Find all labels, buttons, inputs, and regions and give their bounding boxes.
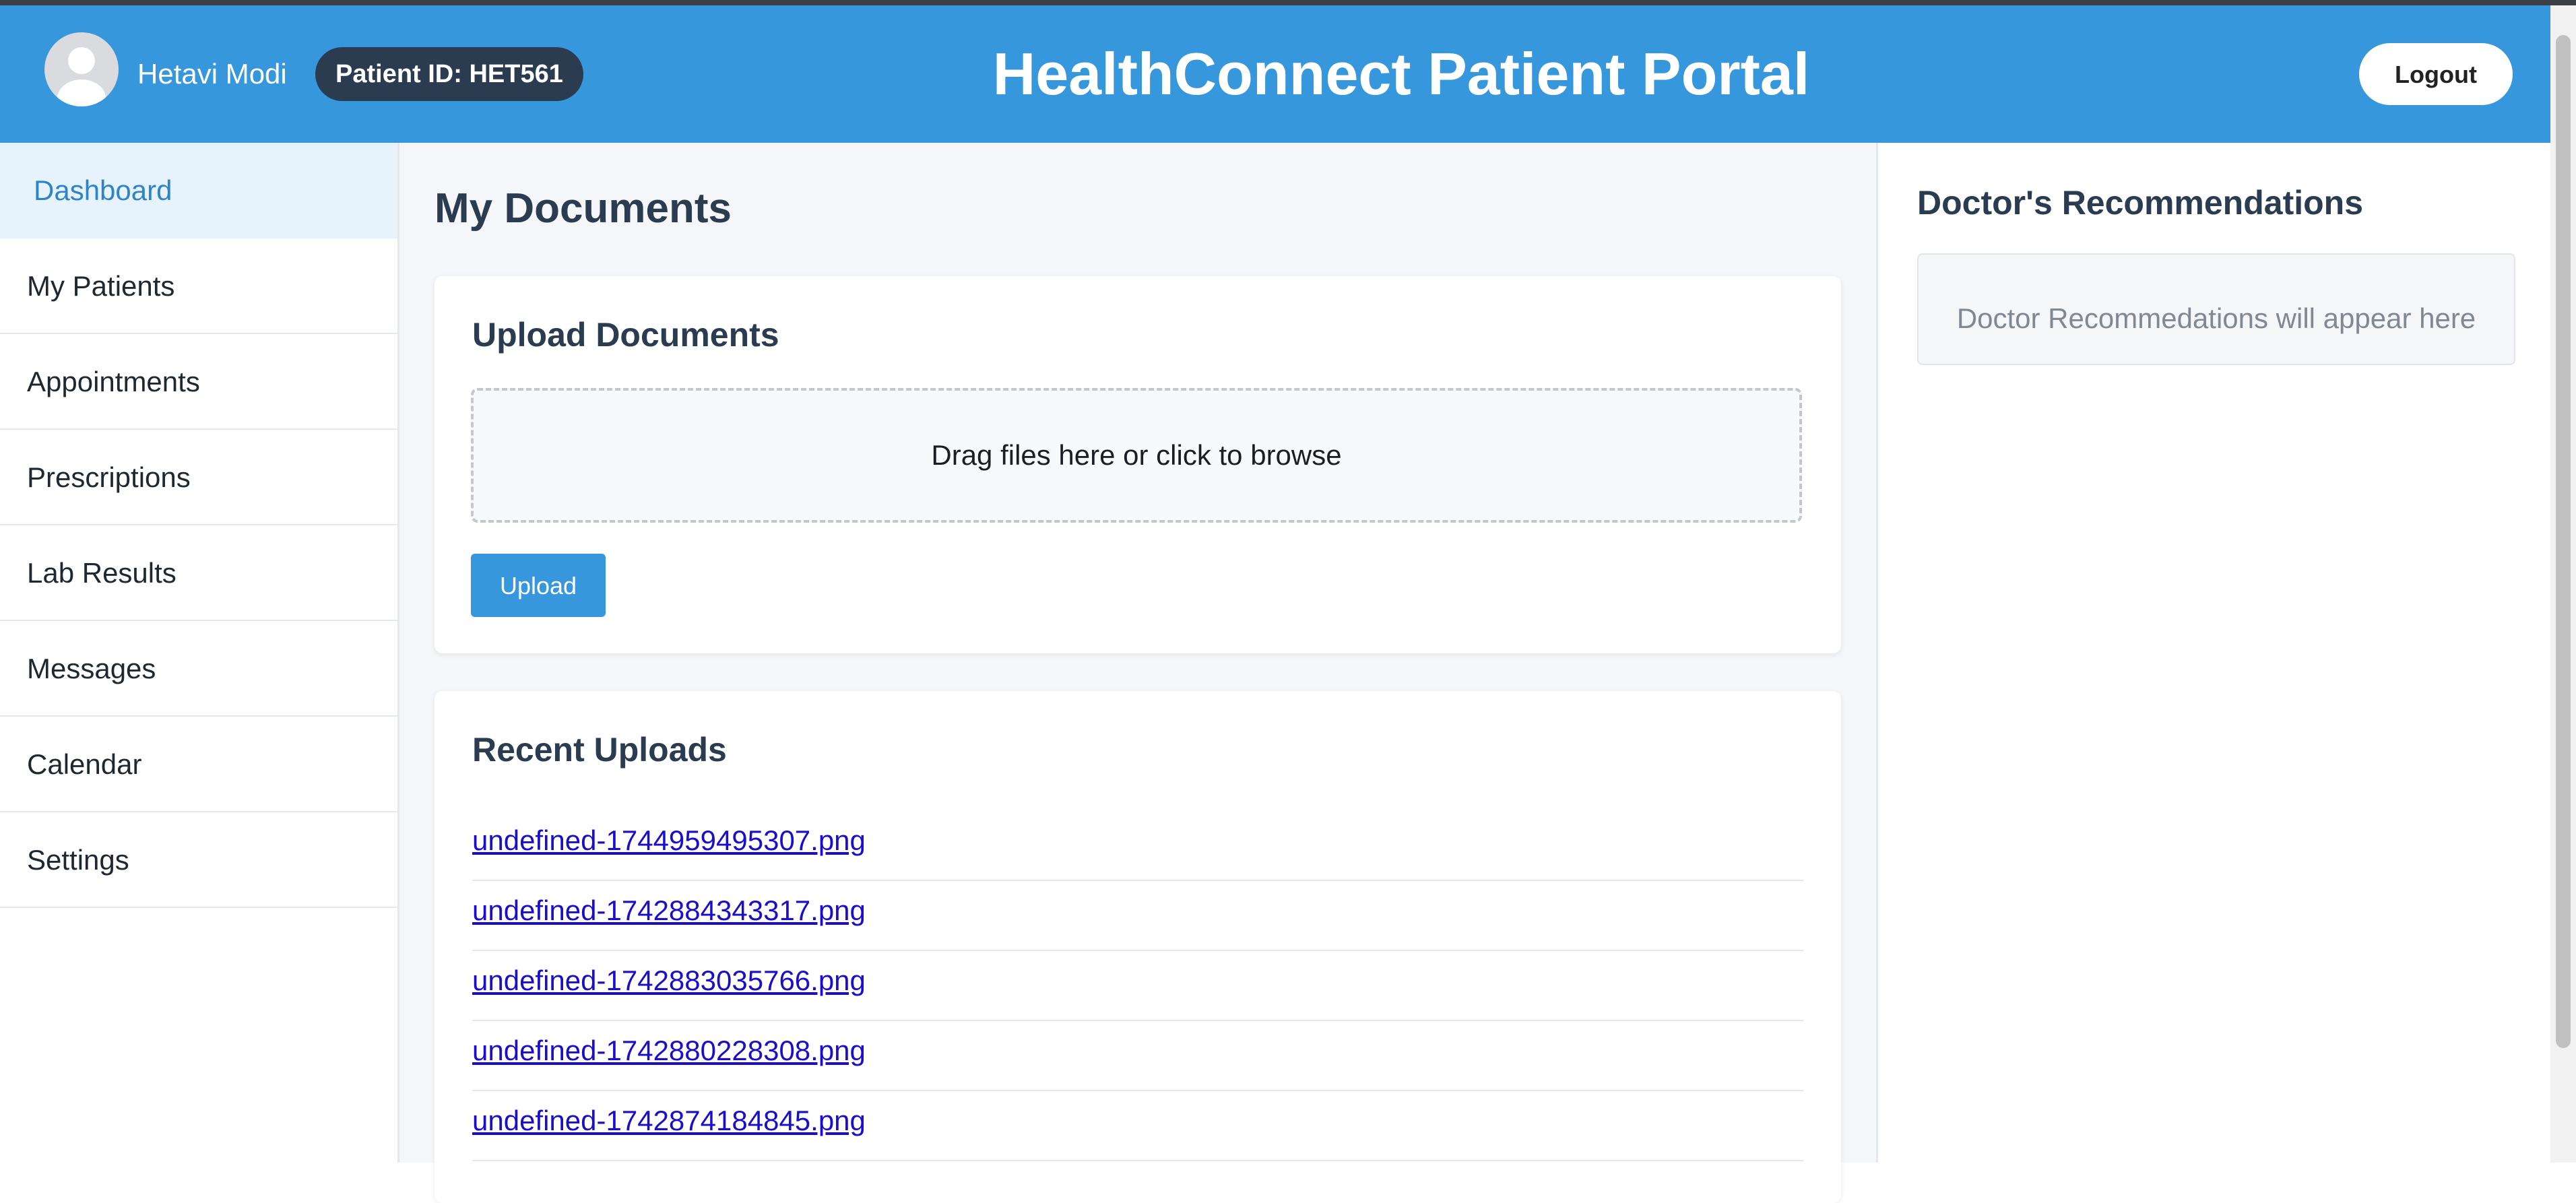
user-avatar-icon[interactable] xyxy=(44,32,119,106)
patient-id-badge: Patient ID: HET561 xyxy=(315,47,583,101)
list-item: undefined-1742880228308.png xyxy=(472,1021,1803,1091)
upload-documents-card: Upload Documents Drag files here or clic… xyxy=(434,276,1841,653)
sidebar-item-dashboard[interactable]: Dashboard xyxy=(0,143,397,238)
sidebar-nav: Dashboard My Patients Appointments Presc… xyxy=(0,143,399,1163)
list-item: undefined-1742884343317.png xyxy=(472,881,1803,951)
avatar-silhouette xyxy=(57,47,106,106)
recommendations-title: Doctor's Recommendations xyxy=(1917,184,2364,222)
sidebar-item-messages[interactable]: Messages xyxy=(0,621,397,717)
list-item: undefined-1744959495307.png xyxy=(472,811,1803,881)
recommendations-panel: Doctor's Recommendations Doctor Recommed… xyxy=(1876,143,2552,1163)
file-link[interactable]: undefined-1742884343317.png xyxy=(472,895,866,926)
sidebar-item-settings[interactable]: Settings xyxy=(0,812,397,908)
user-name: Hetavi Modi xyxy=(137,58,287,90)
page-scrollbar[interactable] xyxy=(2550,5,2576,1163)
file-link[interactable]: undefined-1742874184845.png xyxy=(472,1105,866,1136)
upload-card-title: Upload Documents xyxy=(472,316,779,354)
logout-button[interactable]: Logout xyxy=(2359,43,2513,105)
list-item: undefined-1742874184845.png xyxy=(472,1091,1803,1161)
file-link[interactable]: undefined-1744959495307.png xyxy=(472,824,866,856)
file-dropzone[interactable]: Drag files here or click to browse xyxy=(471,388,1802,523)
portal-header: Hetavi Modi Patient ID: HET561 HealthCon… xyxy=(0,5,2550,143)
scrollbar-thumb[interactable] xyxy=(2556,35,2571,1048)
recommendations-placeholder: Doctor Recommedations will appear here xyxy=(1917,253,2515,365)
window-top-strip xyxy=(0,0,2576,5)
sidebar-item-calendar[interactable]: Calendar xyxy=(0,717,397,812)
upload-button[interactable]: Upload xyxy=(471,554,606,617)
sidebar-item-prescriptions[interactable]: Prescriptions xyxy=(0,430,397,525)
file-link[interactable]: undefined-1742883035766.png xyxy=(472,965,866,996)
list-item: undefined-1742883035766.png xyxy=(472,951,1803,1021)
recent-uploads-title: Recent Uploads xyxy=(472,731,727,769)
sidebar-item-appointments[interactable]: Appointments xyxy=(0,334,397,430)
page-title: My Documents xyxy=(434,185,732,232)
sidebar-item-lab-results[interactable]: Lab Results xyxy=(0,525,397,621)
main-content: My Documents Upload Documents Drag files… xyxy=(399,143,1876,1203)
file-link[interactable]: undefined-1742880228308.png xyxy=(472,1035,866,1066)
portal-title: HealthConnect Patient Portal xyxy=(992,40,1810,107)
sidebar-item-my-patients[interactable]: My Patients xyxy=(0,238,397,334)
recent-uploads-list: undefined-1744959495307.png undefined-17… xyxy=(472,811,1803,1161)
recent-uploads-card: Recent Uploads undefined-1744959495307.p… xyxy=(434,691,1841,1203)
